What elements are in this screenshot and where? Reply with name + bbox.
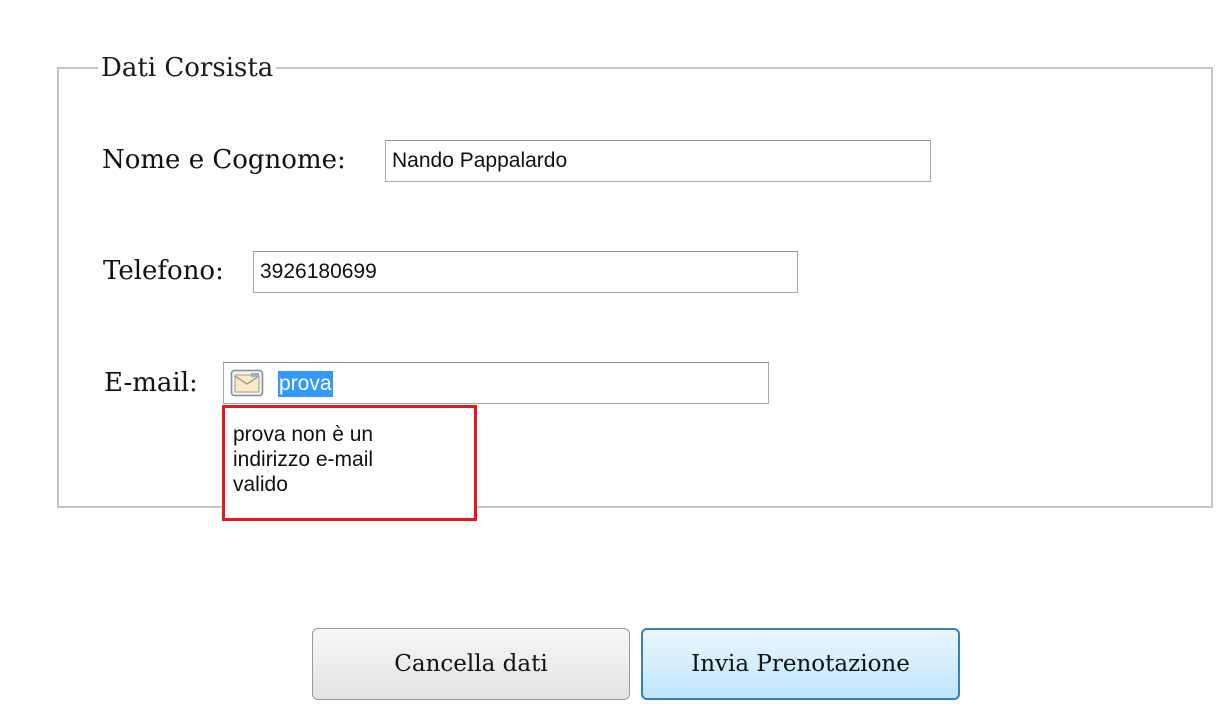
- phone-label: Telefono:: [103, 256, 224, 286]
- email-input-selected-text: prova: [278, 371, 333, 397]
- email-error-line-1: prova non è un: [233, 423, 374, 446]
- name-input[interactable]: Nando Pappalardo: [385, 140, 931, 182]
- email-input[interactable]: prova: [223, 362, 769, 404]
- email-label: E-mail:: [104, 368, 198, 398]
- phone-input[interactable]: 3926180699: [253, 251, 798, 293]
- email-error-line-2: indirizzo e-mail: [233, 448, 374, 471]
- email-validation-tooltip: prova non è un indirizzo e-mail valido: [222, 405, 477, 521]
- submit-booking-button[interactable]: Invia Prenotazione: [641, 628, 960, 700]
- email-error-line-3: valido: [233, 473, 288, 496]
- email-card-icon: [230, 369, 264, 397]
- fieldset-legend: Dati Corsista: [98, 53, 277, 83]
- name-label: Nome e Cognome:: [102, 145, 346, 175]
- cancel-button[interactable]: Cancella dati: [312, 628, 630, 700]
